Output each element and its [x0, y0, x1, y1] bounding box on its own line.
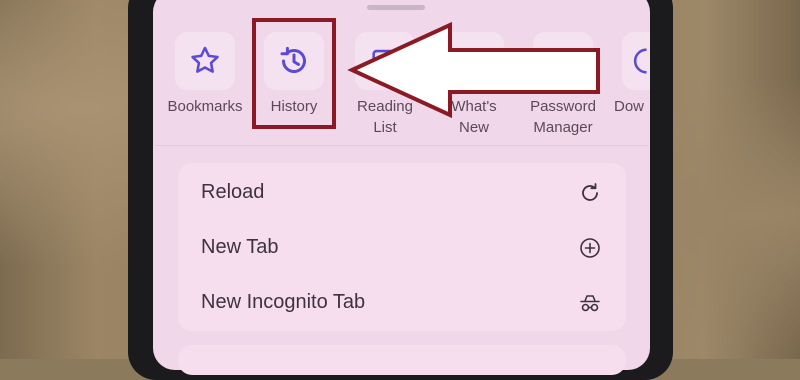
annotation-arrow	[347, 21, 600, 118]
reload-icon	[578, 181, 602, 205]
menu-actions-card-2	[178, 345, 626, 375]
toolbar-item-downloads[interactable]	[622, 32, 650, 90]
menu-label-new-incognito-tab: New Incognito Tab	[201, 291, 366, 313]
menu-item-new-incognito-tab[interactable]: New Incognito Tab	[178, 277, 626, 329]
menu-actions-card: Reload New Tab New Incognito Tab	[178, 163, 626, 331]
star-icon	[175, 32, 235, 90]
section-divider	[155, 145, 648, 146]
menu-item-new-tab[interactable]: New Tab	[178, 222, 626, 274]
annotation-highlight-box	[252, 18, 336, 129]
menu-label-reload: Reload	[201, 181, 265, 203]
toolbar-label-bookmarks: Bookmarks	[167, 98, 243, 115]
toolbar-label-downloads: Dow	[614, 98, 645, 115]
menu-item-reload[interactable]: Reload	[178, 167, 626, 219]
plus-circle-icon	[578, 236, 602, 260]
incognito-icon	[578, 291, 602, 315]
toolbar-item-bookmarks[interactable]	[175, 32, 235, 90]
sheet-drag-handle[interactable]	[367, 5, 425, 10]
downloads-icon	[622, 32, 650, 90]
menu-label-new-tab: New Tab	[201, 236, 279, 258]
